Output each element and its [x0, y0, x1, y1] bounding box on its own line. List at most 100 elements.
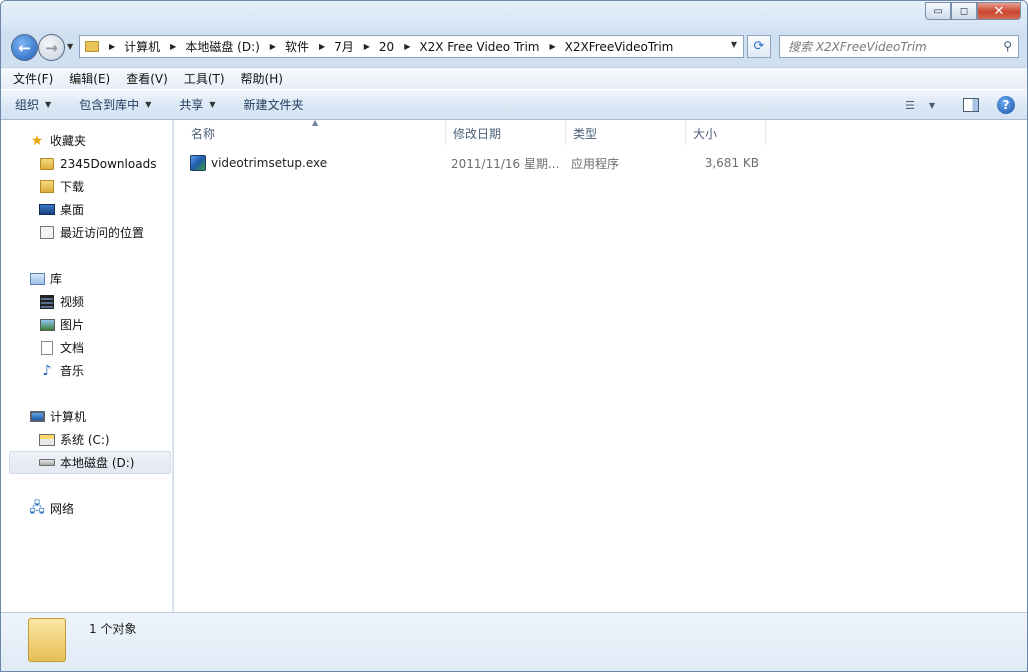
network-group: 🖧 网络	[1, 497, 173, 520]
nav-label: 系统 (C:)	[60, 433, 110, 447]
help-icon[interactable]: ?	[997, 96, 1015, 114]
breadcrumb-item[interactable]: 计算机	[124, 38, 160, 55]
chevron-right-icon[interactable]: ▶	[109, 42, 115, 51]
refresh-button[interactable]: ⟳	[747, 35, 771, 58]
nav-item-music[interactable]: ♪ 音乐	[1, 359, 173, 382]
item-count: 1 个对象	[89, 622, 137, 636]
chevron-right-icon[interactable]: ▶	[170, 42, 176, 51]
column-label: 名称	[191, 126, 216, 141]
new-folder-button[interactable]: 新建文件夹	[244, 96, 304, 113]
chevron-down-icon: ▼	[45, 100, 52, 109]
arrow-right-icon: →	[45, 38, 58, 57]
chevron-right-icon[interactable]: ▶	[364, 42, 370, 51]
menu-file[interactable]: 文件(F)	[13, 70, 53, 87]
chevron-right-icon[interactable]: ▶	[270, 42, 276, 51]
folder-icon	[85, 41, 99, 52]
breadcrumb-item[interactable]: X2XFreeVideoTrim	[565, 40, 674, 54]
music-note-icon: ♪	[42, 362, 52, 379]
nav-item-videos[interactable]: 视频	[1, 290, 173, 313]
explorer-window: ▭ ◻ ✕ ← → ▼ ▶ 计算机 ▶ 本地磁盘 (D:) ▶ 软件 ▶ 7月 …	[0, 0, 1028, 672]
back-button[interactable]: ←	[11, 34, 38, 61]
nav-item-2345downloads[interactable]: 2345Downloads	[1, 152, 173, 175]
nav-libraries[interactable]: 库	[1, 267, 173, 290]
share-button[interactable]: 共享 ▼	[179, 96, 215, 113]
nav-item-pictures[interactable]: 图片	[1, 313, 173, 336]
search-box: ⚲	[779, 35, 1019, 58]
search-icon[interactable]: ⚲	[1003, 39, 1012, 53]
command-bar: 组织 ▼ 包含到库中 ▼ 共享 ▼ 新建文件夹 ☰ ▼ ?	[1, 89, 1027, 120]
nav-label: 音乐	[60, 364, 85, 378]
nav-item-system-drive[interactable]: 系统 (C:)	[1, 428, 173, 451]
nav-item-local-disk-d[interactable]: 本地磁盘 (D:)	[9, 451, 171, 474]
menu-tools[interactable]: 工具(T)	[184, 70, 225, 87]
chevron-down-icon[interactable]: ▼	[731, 40, 737, 49]
nav-label: 库	[50, 272, 63, 286]
video-icon	[39, 294, 55, 309]
file-list-pane: 名称 ▲ 修改日期 类型 大小 videotrimsetup.exe 2011/…	[174, 118, 1027, 612]
recent-pages-dropdown[interactable]: ▼	[67, 42, 73, 51]
document-icon	[39, 340, 55, 355]
minimize-button[interactable]: ▭	[925, 2, 951, 20]
include-in-library-label: 包含到库中	[79, 98, 140, 112]
menu-bar: 文件(F) 编辑(E) 查看(V) 工具(T) 帮助(H)	[1, 67, 1027, 89]
address-bar[interactable]: ▶ 计算机 ▶ 本地磁盘 (D:) ▶ 软件 ▶ 7月 ▶ 20 ▶ X2X F…	[79, 35, 744, 58]
menu-edit[interactable]: 编辑(E)	[69, 70, 110, 87]
file-row[interactable]: videotrimsetup.exe 2011/11/16 星期... 应用程序…	[190, 153, 759, 173]
nav-label: 收藏夹	[50, 134, 87, 148]
nav-label: 视频	[60, 295, 85, 309]
nav-item-recent-places[interactable]: 最近访问的位置	[1, 221, 173, 244]
close-button[interactable]: ✕	[977, 2, 1021, 20]
view-options-icon[interactable]: ☰	[901, 97, 919, 113]
sort-ascending-icon: ▲	[312, 118, 319, 127]
chevron-right-icon[interactable]: ▶	[319, 42, 325, 51]
nav-item-desktop[interactable]: 桌面	[1, 198, 173, 221]
file-modified: 2011/11/16 星期...	[451, 156, 560, 171]
column-label: 修改日期	[453, 126, 502, 141]
breadcrumb-item[interactable]: 7月	[334, 38, 354, 55]
nav-label: 计算机	[50, 410, 87, 424]
nav-item-downloads[interactable]: 下载	[1, 175, 173, 198]
chevron-down-icon[interactable]: ▼	[923, 97, 941, 113]
search-input[interactable]	[788, 37, 998, 56]
include-in-library-button[interactable]: 包含到库中 ▼	[79, 96, 151, 113]
column-header-type[interactable]: 类型	[566, 120, 686, 146]
title-bar: ▭ ◻ ✕	[1, 1, 1027, 31]
breadcrumb-item[interactable]: 软件	[285, 38, 309, 55]
organize-label: 组织	[15, 98, 40, 112]
forward-button[interactable]: →	[38, 34, 65, 61]
nav-label: 2345Downloads	[60, 156, 157, 171]
nav-label: 最近访问的位置	[60, 226, 145, 240]
column-header-size[interactable]: 大小	[686, 120, 766, 146]
nav-favorites[interactable]: ★ 收藏夹	[1, 129, 173, 152]
download-folder-icon	[39, 180, 55, 194]
arrow-left-icon: ←	[18, 38, 31, 57]
menu-view[interactable]: 查看(V)	[126, 70, 168, 87]
picture-icon	[39, 318, 55, 332]
nav-item-documents[interactable]: 文档	[1, 336, 173, 359]
libraries-group: 库 视频 图片 文档 ♪ 音乐	[1, 267, 173, 382]
organize-button[interactable]: 组织 ▼	[15, 96, 51, 113]
refresh-icon: ⟳	[753, 39, 765, 54]
nav-computer[interactable]: 计算机	[1, 405, 173, 428]
preview-pane-icon[interactable]	[963, 98, 979, 112]
new-folder-label: 新建文件夹	[243, 98, 304, 112]
chevron-right-icon[interactable]: ▶	[550, 42, 556, 51]
column-header-name[interactable]: 名称 ▲	[184, 118, 446, 146]
computer-icon	[29, 410, 45, 424]
column-header-modified[interactable]: 修改日期	[446, 120, 566, 146]
breadcrumb-item[interactable]: 本地磁盘 (D:)	[185, 38, 259, 55]
chevron-right-icon[interactable]: ▶	[404, 42, 410, 51]
navigation-bar: ← → ▼ ▶ 计算机 ▶ 本地磁盘 (D:) ▶ 软件 ▶ 7月 ▶ 20 ▶…	[1, 31, 1027, 65]
maximize-button[interactable]: ◻	[951, 2, 977, 20]
recent-places-icon	[39, 226, 55, 240]
network-icon: 🖧	[29, 499, 45, 516]
details-pane: 1 个对象	[1, 612, 1027, 671]
menu-help[interactable]: 帮助(H)	[241, 70, 283, 87]
file-name: videotrimsetup.exe	[211, 156, 328, 170]
breadcrumb-item[interactable]: X2X Free Video Trim	[419, 40, 539, 54]
column-header-row: 名称 ▲ 修改日期 类型 大小	[184, 118, 766, 146]
nav-label: 下载	[60, 180, 85, 194]
nav-network[interactable]: 🖧 网络	[1, 497, 173, 520]
breadcrumb-item[interactable]: 20	[379, 40, 394, 54]
chevron-down-icon: ▼	[145, 100, 152, 109]
